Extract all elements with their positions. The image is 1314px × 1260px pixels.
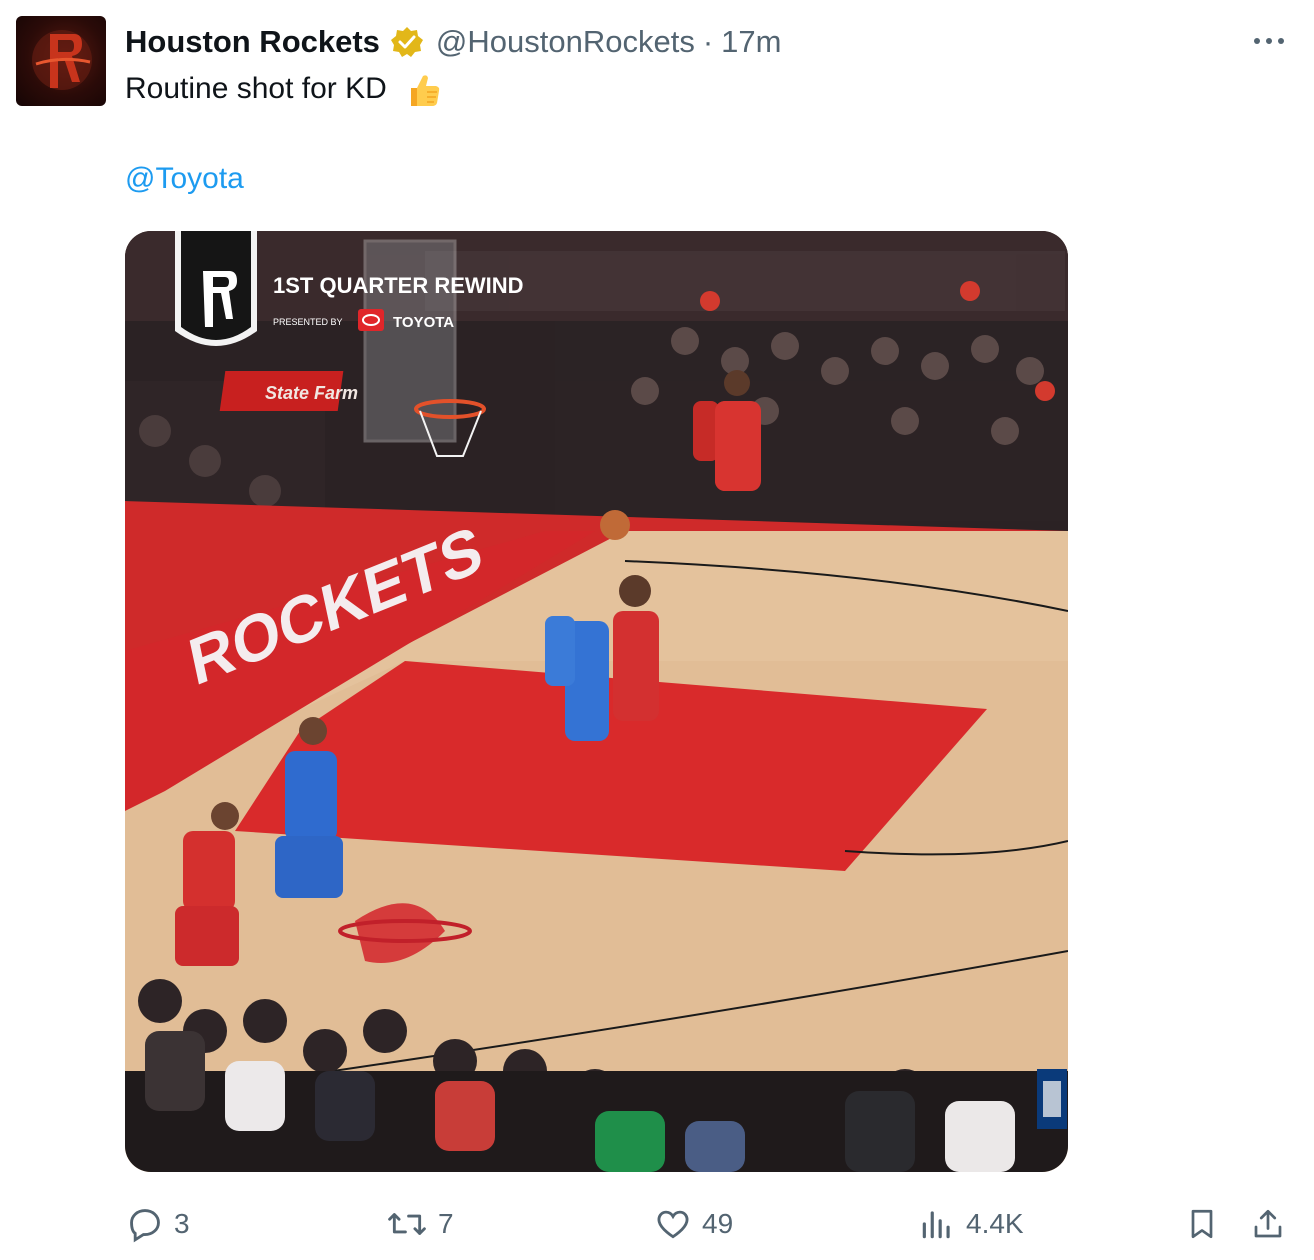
mavericks-logo-icon bbox=[1043, 1081, 1061, 1117]
rockets-logo-icon bbox=[32, 30, 92, 90]
repost-count: 7 bbox=[438, 1208, 454, 1239]
profile-avatar[interactable] bbox=[16, 16, 106, 106]
more-options-icon[interactable] bbox=[1250, 26, 1290, 56]
like-icon bbox=[657, 1210, 689, 1239]
views-icon bbox=[922, 1211, 950, 1239]
thumbs-up-emoji bbox=[411, 75, 440, 106]
video-media[interactable]: State Farm ROCKETS 1ST QUARTER REWIND PR… bbox=[125, 231, 1068, 1172]
overlay-presented-by: PRESENTED BY bbox=[273, 317, 343, 327]
separator-dot: · bbox=[702, 24, 714, 59]
user-handle[interactable]: @HoustonRockets bbox=[436, 24, 695, 60]
overlay-sponsor: TOYOTA bbox=[393, 314, 454, 331]
repost-button[interactable]: 7 bbox=[386, 1198, 454, 1250]
post-timestamp[interactable]: 17m bbox=[721, 24, 781, 60]
bookmark-button[interactable] bbox=[1184, 1198, 1230, 1250]
reply-button[interactable]: 3 bbox=[126, 1198, 190, 1250]
post-text: Routine shot for KD bbox=[125, 71, 387, 105]
views-count: 4.4K bbox=[966, 1208, 1024, 1239]
like-button[interactable]: 49 bbox=[654, 1198, 733, 1250]
verified-badge-icon bbox=[390, 27, 423, 57]
reply-icon bbox=[130, 1209, 160, 1243]
reply-count: 3 bbox=[174, 1208, 190, 1239]
share-icon bbox=[1254, 1209, 1282, 1238]
overlay-title: 1ST QUARTER REWIND bbox=[273, 273, 524, 298]
bookmark-icon bbox=[1191, 1209, 1213, 1239]
post-header: Houston Rockets @HoustonRockets · 17m bbox=[125, 22, 781, 62]
display-name[interactable]: Houston Rockets bbox=[125, 24, 380, 60]
share-button[interactable] bbox=[1250, 1198, 1296, 1250]
repost-icon bbox=[388, 1213, 426, 1235]
action-bar: 3 7 49 4.4K bbox=[0, 1198, 1314, 1250]
views-button[interactable]: 4.4K bbox=[918, 1198, 1024, 1250]
mention-link[interactable]: @Toyota bbox=[125, 162, 244, 196]
like-count: 49 bbox=[702, 1208, 734, 1239]
post-text-line: Routine shot for KD bbox=[125, 70, 443, 110]
statefarm-sign: State Farm bbox=[265, 383, 358, 403]
